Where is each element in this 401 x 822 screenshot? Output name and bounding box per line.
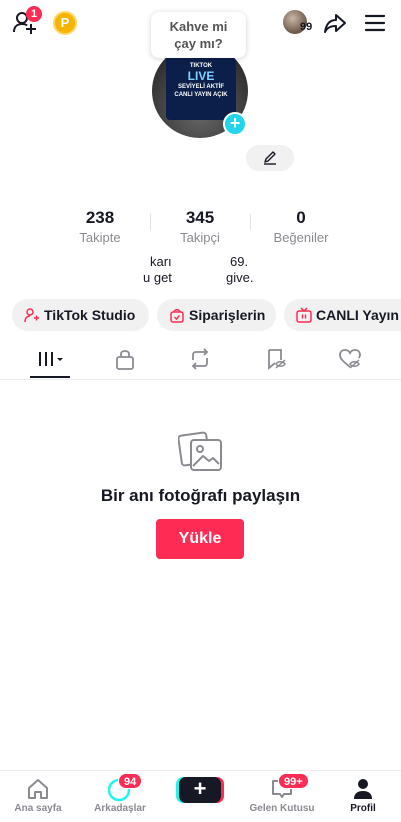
stat-label: Takipçi <box>180 230 220 245</box>
shopping-bag-icon <box>170 309 184 323</box>
repost-icon[interactable] <box>188 348 212 370</box>
stat-value: 345 <box>185 208 215 227</box>
saved-hidden-icon[interactable] <box>264 348 288 370</box>
friends-badge: 94 <box>118 773 143 789</box>
account-count: 99 <box>300 21 313 33</box>
nav-inbox[interactable]: 99+ Gelen Kutusu <box>242 771 322 822</box>
pill-label: CANLI Yayın <box>316 307 399 323</box>
liked-hidden-icon[interactable] <box>338 348 362 370</box>
add-friend-button[interactable]: 1 <box>12 6 42 38</box>
orders-button[interactable]: Siparişlerin <box>157 299 276 331</box>
live-tv-icon <box>296 307 312 323</box>
notification-badge: 1 <box>26 6 42 22</box>
active-tab-indicator <box>30 376 70 378</box>
inbox-badge: 99+ <box>278 773 309 789</box>
stat-label: Beğeniler <box>273 230 329 245</box>
videos-grid-icon[interactable] <box>36 348 68 370</box>
nav-label: Arkadaşlar <box>94 803 146 814</box>
divider <box>250 214 251 230</box>
pill-label: TikTok Studio <box>44 307 136 323</box>
stat-following[interactable]: 238 Takipte <box>60 208 140 245</box>
note-bubble[interactable]: Kahve mi çay mı? <box>151 12 246 58</box>
tiktok-studio-button[interactable]: TikTok Studio <box>12 299 149 331</box>
content-tabs <box>0 340 401 380</box>
add-photo-plus-icon[interactable]: + <box>223 112 247 136</box>
nav-label: Gelen Kutusu <box>249 803 315 814</box>
bio-fragment: give. <box>226 270 254 285</box>
note-line: Kahve mi <box>169 19 228 34</box>
home-icon <box>28 779 48 799</box>
nav-profile[interactable]: Profil <box>330 771 396 822</box>
divider <box>150 214 151 230</box>
photo-icon <box>178 431 222 471</box>
stat-label: Takipte <box>79 230 121 245</box>
edit-profile-button[interactable] <box>246 145 294 171</box>
pill-label: Siparişlerin <box>189 307 266 323</box>
create-button[interactable]: + <box>179 777 221 803</box>
lock-icon[interactable] <box>113 348 137 370</box>
studio-icon <box>24 308 39 323</box>
pencil-icon <box>264 151 276 165</box>
menu-icon[interactable] <box>364 12 386 34</box>
stat-value: 238 <box>85 208 115 227</box>
promo-text: CANLI YAYIN AÇIK <box>174 92 228 98</box>
bio-fragment: u get <box>143 270 172 285</box>
share-icon[interactable] <box>322 10 348 36</box>
note-line: çay mı? <box>174 36 223 51</box>
stat-followers[interactable]: 345 Takipçi <box>160 208 240 245</box>
upload-button[interactable]: Yükle <box>156 519 244 559</box>
bio-fragment: karı <box>150 254 172 269</box>
nav-home[interactable]: Ana sayfa <box>0 771 76 822</box>
nav-label: Profil <box>350 803 376 814</box>
nav-friends[interactable]: 94 Arkadaşlar <box>80 771 160 822</box>
nav-label: Ana sayfa <box>14 803 62 814</box>
profile-icon <box>354 779 372 799</box>
bio-fragment: 69. <box>230 254 249 269</box>
empty-state-title: Bir anı fotoğrafı paylaşın <box>100 486 301 505</box>
stat-value: 0 <box>296 208 306 227</box>
promo-text: LIVE <box>187 69 215 83</box>
live-button[interactable]: CANLI Yayın <box>284 299 401 331</box>
coin-icon[interactable]: P <box>53 11 77 35</box>
bottom-nav: Ana sayfa 94 Arkadaşlar + 99+ Gelen Kutu… <box>0 770 401 822</box>
promo-text: SEVİYELİ AKTİF <box>177 84 225 90</box>
stat-likes[interactable]: 0 Beğeniler <box>261 208 341 245</box>
avatar-promo-image: TIKTOK LIVE SEVİYELİ AKTİF CANLI YAYIN A… <box>166 56 236 120</box>
